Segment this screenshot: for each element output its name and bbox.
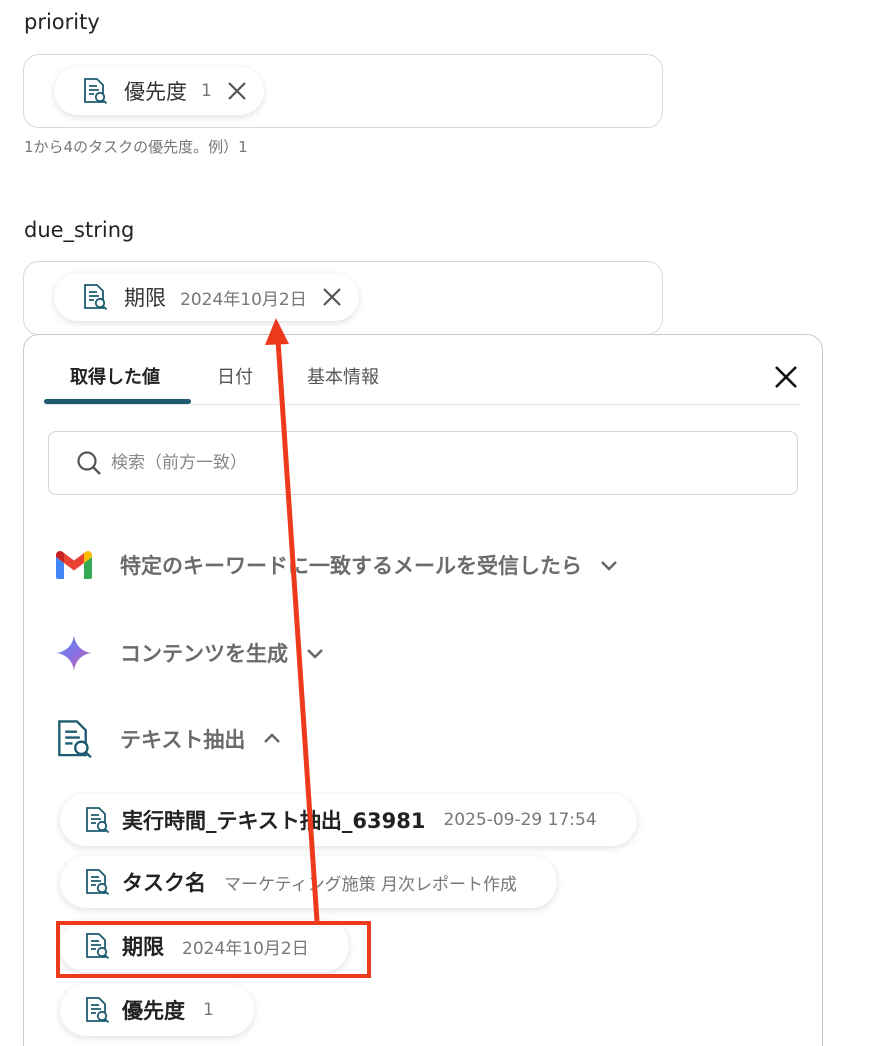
annotation-arrow (265, 318, 320, 922)
